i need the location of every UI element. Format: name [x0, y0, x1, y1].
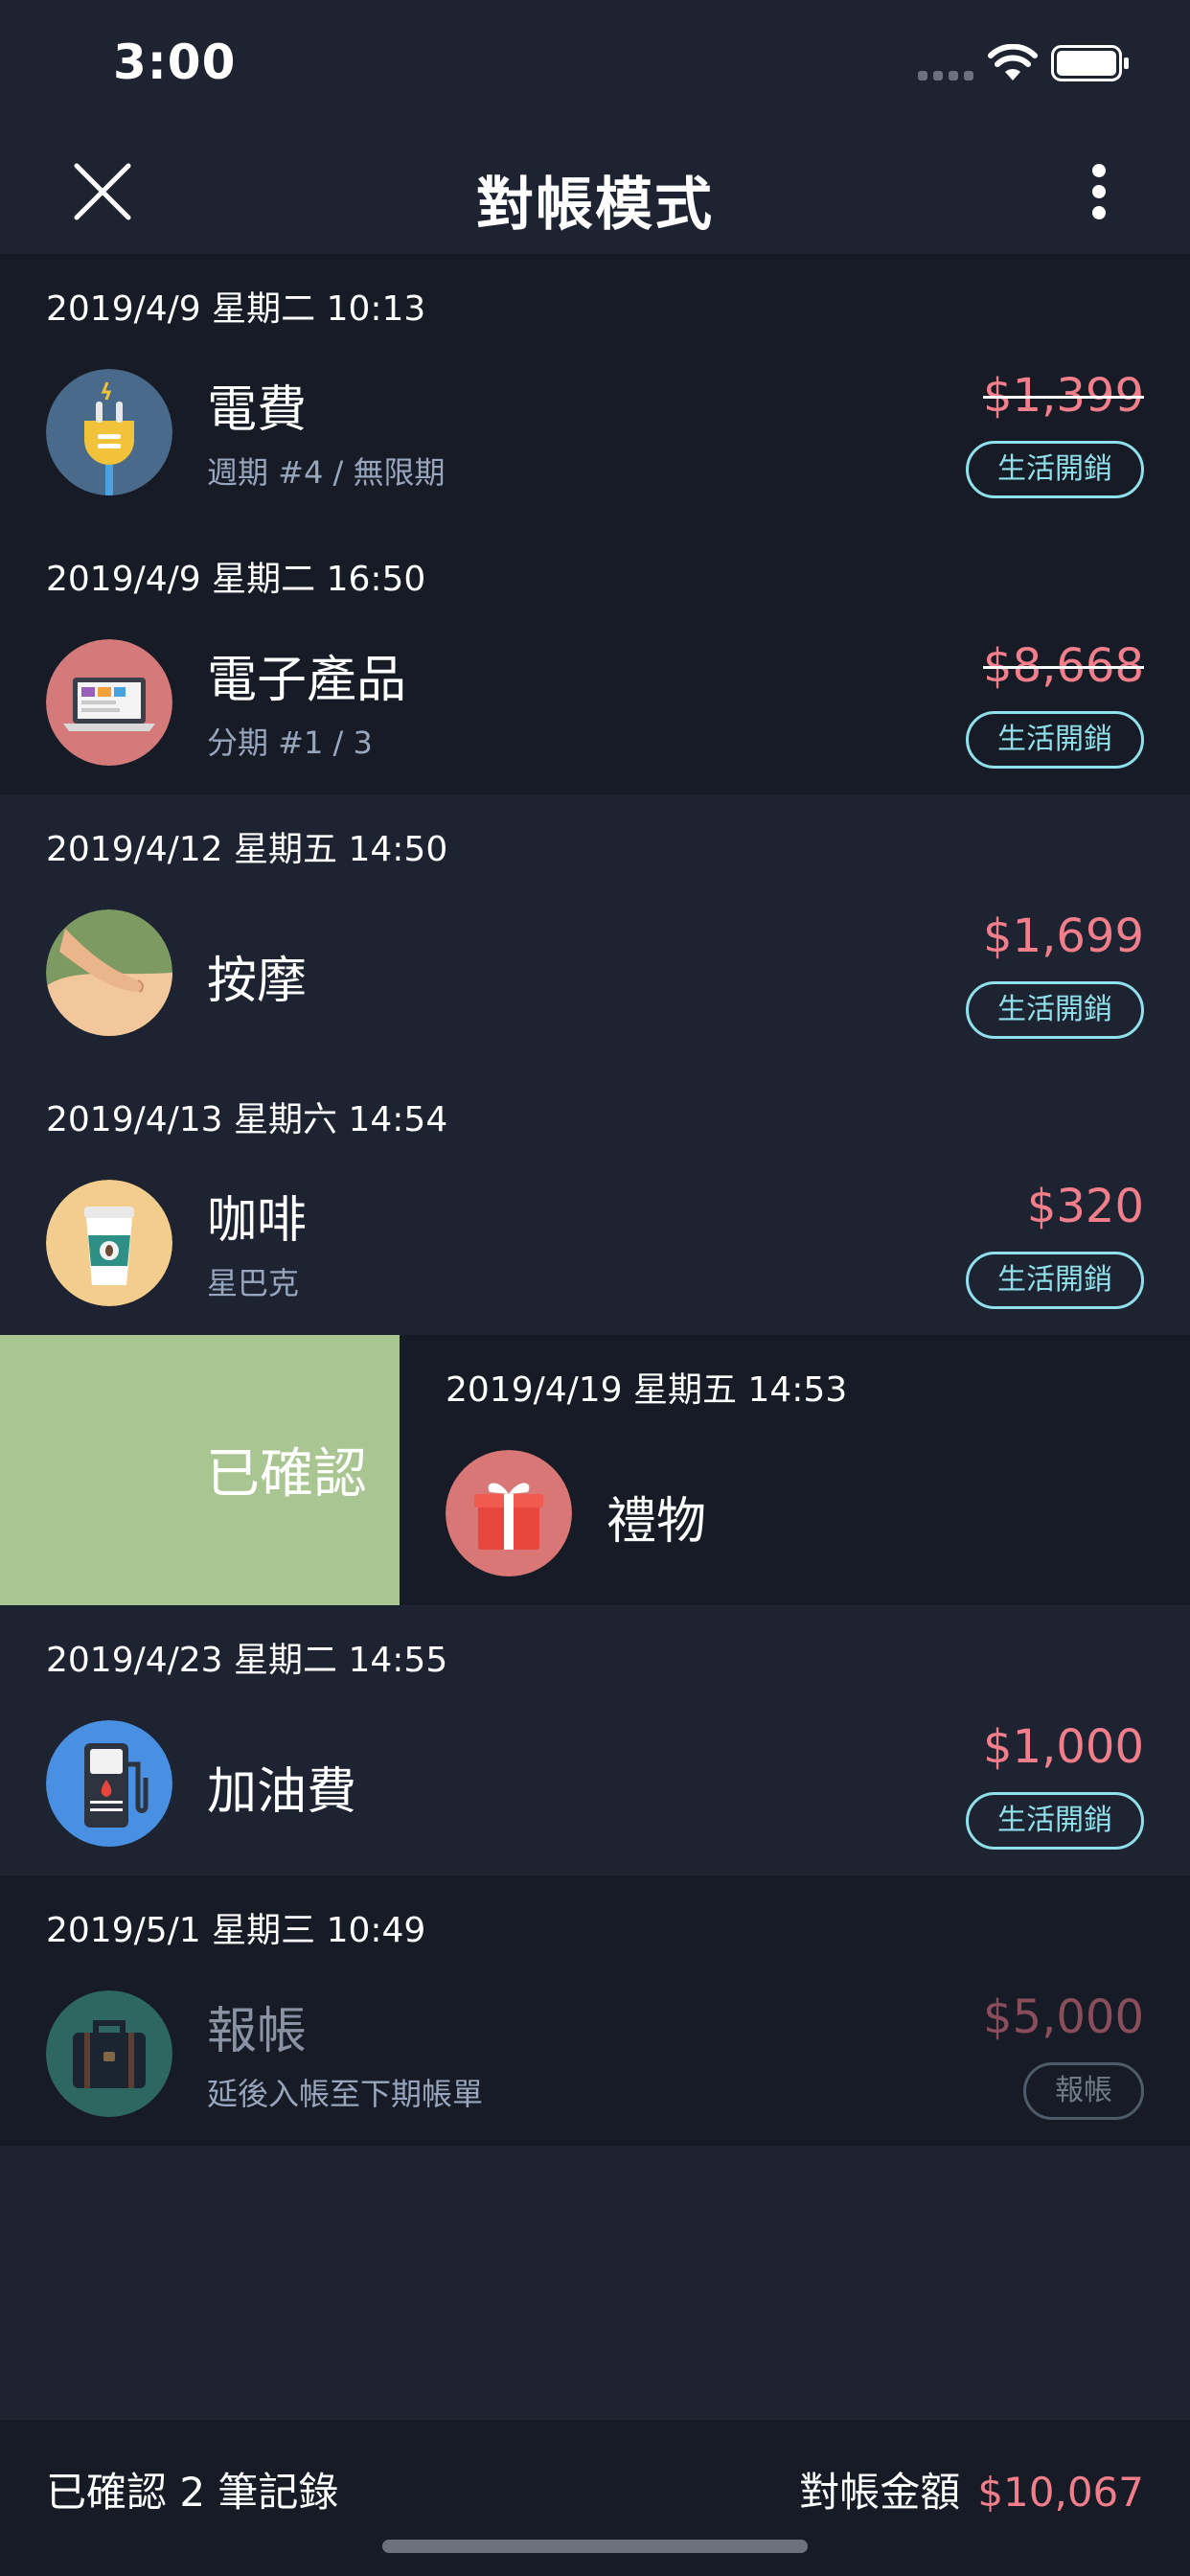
- confirm-swipe-action[interactable]: 已確認: [0, 1335, 400, 1605]
- transaction-amount: $320: [1026, 1180, 1144, 1233]
- nav-header: 對帳模式: [0, 129, 1190, 254]
- gift-icon: [446, 1450, 572, 1576]
- transaction-row[interactable]: 2019/4/9 星期二 16:50 電子產品 分期 #1 / 3 $8,668…: [0, 524, 1190, 794]
- page-title: 對帳模式: [476, 172, 714, 239]
- confirmed-count: 已確認 2 筆記錄: [46, 2469, 339, 2516]
- reconcile-screen: 3:00 對帳模式 2019/4/9 星期二 10:13 電費 週期 #4 / …: [0, 0, 1190, 2576]
- total-value: $10,067: [977, 2469, 1144, 2516]
- more-options-icon[interactable]: [1073, 158, 1125, 225]
- transaction-amount: $1,699: [983, 909, 1144, 963]
- transaction-amount: $1,399: [983, 369, 1144, 423]
- transaction-amount: $8,668: [983, 639, 1144, 693]
- swiped-row-content[interactable]: 2019/4/19 星期五 14:53 禮物: [400, 1335, 1190, 1605]
- transaction-date: 2019/4/13 星期六 14:54: [46, 1100, 448, 1139]
- transaction-row[interactable]: 2019/4/12 星期五 14:50 按摩 $1,699 生活開銷: [0, 794, 1190, 1065]
- transaction-name: 按摩: [207, 953, 308, 1010]
- transaction-name: 禮物: [606, 1493, 707, 1551]
- transaction-row[interactable]: 2019/4/13 星期六 14:54 咖啡 星巴克 $320 生活開銷: [0, 1065, 1190, 1335]
- plug-icon: [46, 369, 172, 495]
- transaction-amount: $5,000: [983, 1990, 1144, 2044]
- battery-icon: [1051, 45, 1129, 81]
- category-tag[interactable]: 生活開銷: [966, 1252, 1144, 1309]
- coffee-cup-icon: [46, 1180, 172, 1306]
- transaction-row[interactable]: 2019/5/1 星期三 10:49 報帳 延後入帳至下期帳單 $5,000 報…: [0, 1875, 1190, 2146]
- transaction-date: 2019/4/12 星期五 14:50: [46, 830, 448, 869]
- home-indicator[interactable]: [382, 2540, 808, 2553]
- laptop-icon: [46, 639, 172, 766]
- category-tag[interactable]: 生活開銷: [966, 1792, 1144, 1850]
- summary-bar: 已確認 2 筆記錄 對帳金額 $10,067: [0, 2420, 1190, 2576]
- transaction-row[interactable]: 2019/4/9 星期二 10:13 電費 週期 #4 / 無限期 $1,399…: [0, 254, 1190, 524]
- transaction-date: 2019/5/1 星期三 10:49: [46, 1911, 426, 1950]
- category-tag[interactable]: 生活開銷: [966, 981, 1144, 1039]
- transaction-subtitle: 延後入帳至下期帳單: [207, 2076, 484, 2112]
- briefcase-icon: [46, 1990, 172, 2117]
- transaction-date: 2019/4/9 星期二 10:13: [46, 289, 426, 329]
- transaction-name: 電子產品: [207, 652, 407, 709]
- total-label: 對帳金額: [799, 2469, 961, 2516]
- category-tag[interactable]: 報帳: [1023, 2062, 1144, 2120]
- transaction-name: 報帳: [207, 2003, 308, 2060]
- category-tag[interactable]: 生活開銷: [966, 711, 1144, 769]
- transaction-row-swiped[interactable]: 已確認 2019/4/19 星期五 14:53 禮物: [0, 1335, 1190, 1605]
- transaction-date: 2019/4/9 星期二 16:50: [46, 560, 426, 599]
- wifi-icon: [988, 44, 1038, 80]
- transaction-amount: $1,000: [983, 1720, 1144, 1774]
- transaction-subtitle: 週期 #4 / 無限期: [207, 454, 446, 491]
- transaction-row[interactable]: 2019/4/23 星期二 14:55 加油費 $1,000 生活開銷: [0, 1605, 1190, 1875]
- transaction-name: 咖啡: [207, 1192, 308, 1250]
- transaction-subtitle: 星巴克: [207, 1265, 300, 1301]
- transaction-date: 2019/4/23 星期二 14:55: [46, 1641, 448, 1680]
- transaction-subtitle: 分期 #1 / 3: [207, 724, 373, 761]
- status-time: 3:00: [113, 34, 237, 90]
- reconcile-total: 對帳金額 $10,067: [799, 2460, 1144, 2518]
- confirmed-label: 已確認: [206, 1443, 367, 1506]
- cellular-signal-icon: [918, 71, 973, 80]
- fuel-pump-icon: [46, 1720, 172, 1847]
- transaction-name: 加油費: [207, 1763, 357, 1821]
- transaction-date: 2019/4/19 星期五 14:53: [446, 1370, 848, 1410]
- transaction-list: 2019/4/9 星期二 10:13 電費 週期 #4 / 無限期 $1,399…: [0, 254, 1190, 2146]
- status-bar: 3:00: [0, 0, 1190, 129]
- massage-icon: [46, 909, 172, 1036]
- transaction-name: 電費: [207, 381, 308, 439]
- category-tag[interactable]: 生活開銷: [966, 441, 1144, 498]
